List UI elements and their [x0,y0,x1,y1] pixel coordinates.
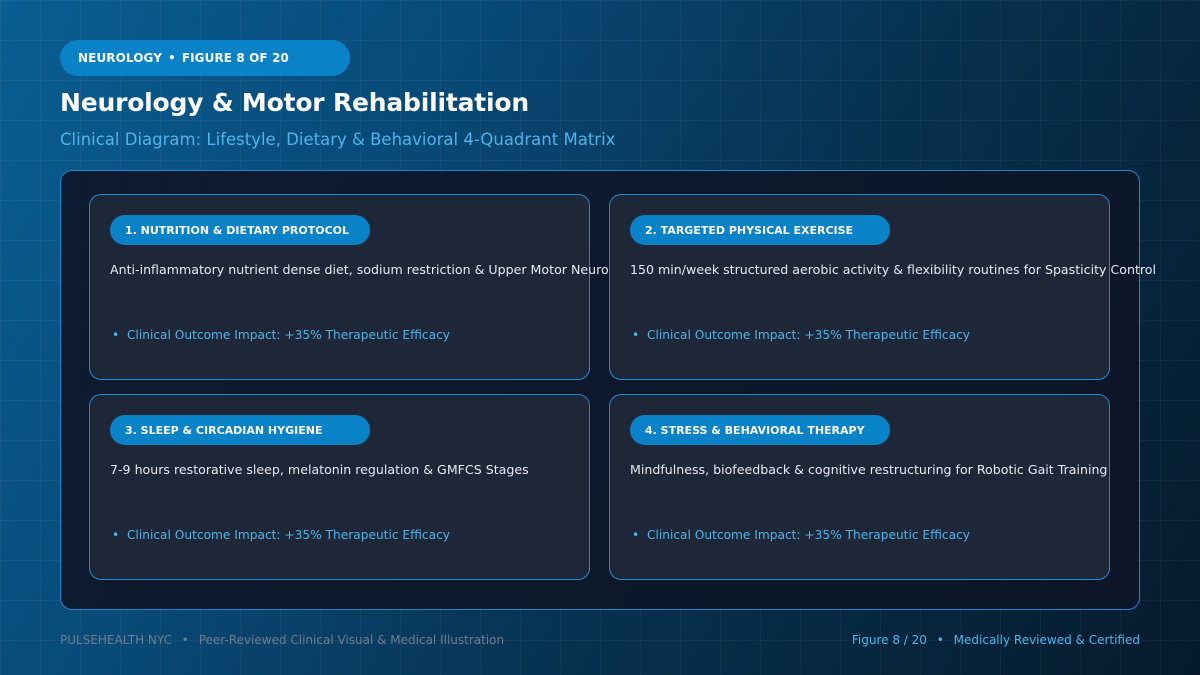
impact-text: Clinical Outcome Impact: +35% Therapeuti… [126,328,450,342]
impact-text: Clinical Outcome Impact: +35% Therapeuti… [646,328,970,342]
quadrant-tag: 3. SLEEP & CIRCADIAN HYGIENE [110,415,370,445]
quadrant-card-sleep: 3. SLEEP & CIRCADIAN HYGIENE 7-9 hours r… [89,394,590,580]
quadrant-tag: 2. TARGETED PHYSICAL EXERCISE [630,215,890,245]
quadrant-impact: • Clinical Outcome Impact: +35% Therapeu… [632,328,970,342]
quadrant-impact: • Clinical Outcome Impact: +35% Therapeu… [632,528,970,542]
bullet: • [112,528,120,542]
impact-text: Clinical Outcome Impact: +35% Therapeuti… [646,528,970,542]
quadrant-card-stress: 4. STRESS & BEHAVIORAL THERAPY Mindfulne… [609,394,1110,580]
footer-separator: • [936,633,944,647]
quadrant-card-nutrition: 1. NUTRITION & DIETARY PROTOCOL Anti-inf… [89,194,623,380]
footer-description: Peer-Reviewed Clinical Visual & Medical … [198,633,505,647]
category-label: NEUROLOGY [78,51,163,65]
quadrant-impact: • Clinical Outcome Impact: +35% Therapeu… [112,328,450,342]
figure-label: FIGURE 8 OF 20 [181,51,289,65]
impact-text: Clinical Outcome Impact: +35% Therapeuti… [126,528,450,542]
quadrant-tag: 4. STRESS & BEHAVIORAL THERAPY [630,415,890,445]
footer-certification: Medically Reviewed & Certified [953,633,1140,647]
page-subtitle: Clinical Diagram: Lifestyle, Dietary & B… [60,130,616,149]
quadrant-tag: 1. NUTRITION & DIETARY PROTOCOL [110,215,370,245]
footer-credits: PULSEHEALTH NYC • Peer-Reviewed Clinical… [60,633,504,647]
quadrant-description: 150 min/week structured aerobic activity… [630,262,1156,277]
bullet: • [632,528,640,542]
quadrant-card-exercise: 2. TARGETED PHYSICAL EXERCISE 150 min/we… [609,194,1156,380]
footer-separator: • [181,633,189,647]
bullet: • [632,328,640,342]
footer-status: Figure 8 / 20 • Medically Reviewed & Cer… [852,633,1140,647]
badge-separator: • [168,51,176,65]
quadrant-description: 7-9 hours restorative sleep, melatonin r… [110,462,529,477]
page-title: Neurology & Motor Rehabilitation [60,88,529,117]
bullet: • [112,328,120,342]
quadrant-description: Mindfulness, biofeedback & cognitive res… [630,462,1108,477]
quadrant-description: Anti-inflammatory nutrient dense diet, s… [110,262,624,277]
figure-badge: NEUROLOGY • FIGURE 8 OF 20 [60,40,350,76]
quadrant-impact: • Clinical Outcome Impact: +35% Therapeu… [112,528,450,542]
footer-brand: PULSEHEALTH NYC [60,633,172,647]
footer-figure-counter: Figure 8 / 20 [851,633,927,647]
